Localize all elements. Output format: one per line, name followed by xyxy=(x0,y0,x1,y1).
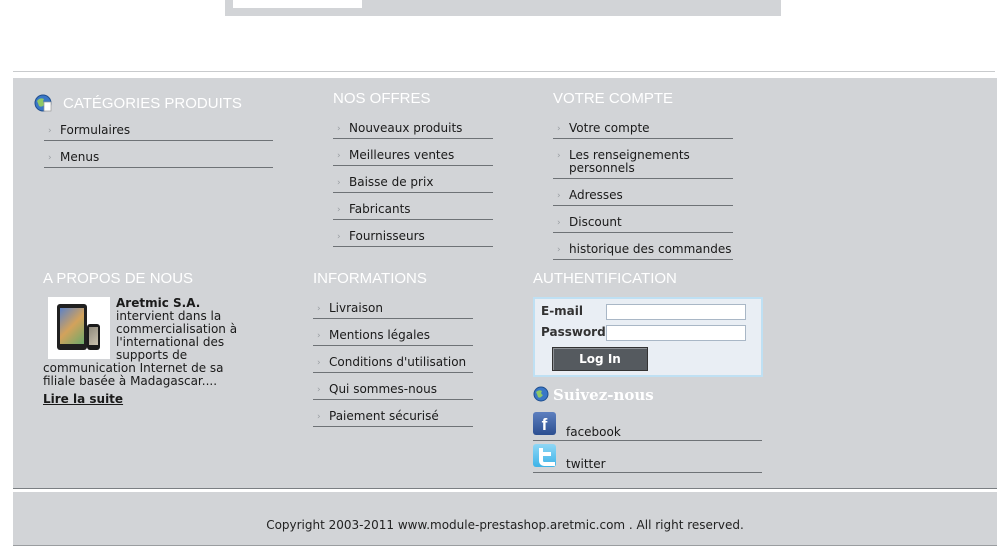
arrow-right-icon: › xyxy=(557,191,561,201)
email-label: E-mail xyxy=(541,304,584,318)
twitter-icon xyxy=(533,444,556,467)
login-box: E-mail Password Log In xyxy=(533,297,763,377)
categories-list: › Formulaires › Menus xyxy=(44,120,273,168)
arrow-right-icon: › xyxy=(337,205,341,215)
auth-title: AUTHENTIFICATION xyxy=(533,270,677,287)
facebook-label: facebook xyxy=(566,425,621,439)
password-label: Password xyxy=(541,325,606,339)
arrow-right-icon: › xyxy=(317,304,321,314)
account-item-my-account[interactable]: › Votre compte xyxy=(553,118,733,139)
login-button[interactable]: Log In xyxy=(552,347,648,371)
categories-title: CATÉGORIES PRODUITS xyxy=(33,94,273,112)
twitter-link[interactable]: twitter xyxy=(533,444,762,473)
account-title: VOTRE COMPTE xyxy=(553,90,674,107)
account-item-discount[interactable]: › Discount xyxy=(553,212,733,233)
top-banner-tab xyxy=(233,0,362,8)
arrow-right-icon: › xyxy=(337,178,341,188)
account-item-personal-info[interactable]: › Les renseignements personnels xyxy=(553,145,733,179)
offer-item-best-sales[interactable]: › Meilleures ventes xyxy=(333,145,493,166)
account-item-addresses[interactable]: › Adresses xyxy=(553,185,733,206)
arrow-right-icon: › xyxy=(48,126,52,136)
arrow-right-icon: › xyxy=(48,153,52,163)
arrow-right-icon: › xyxy=(557,218,561,228)
offers-list: › Nouveaux produits › Meilleures ventes › B… xyxy=(333,118,493,247)
separator xyxy=(13,71,995,72)
product-image xyxy=(48,297,110,359)
informations-title: INFORMATIONS xyxy=(313,270,427,287)
arrow-right-icon: › xyxy=(557,245,561,255)
follow-title: Suivez-nous xyxy=(533,386,763,404)
offer-item-suppliers[interactable]: › Fournisseurs xyxy=(333,226,493,247)
arrow-right-icon: › xyxy=(337,232,341,242)
auth-block: AUTHENTIFICATION E-mail Password Log In … xyxy=(533,270,763,476)
categories-title-text: CATÉGORIES PRODUITS xyxy=(63,95,242,112)
account-list: › Votre compte › Les renseignements person… xyxy=(553,118,733,260)
copyright-band: Copyright 2003-2011 www.module-prestasho… xyxy=(13,492,997,546)
category-item-menus[interactable]: › Menus xyxy=(44,147,273,168)
arrow-right-icon: › xyxy=(337,151,341,161)
company-name: Aretmic S.A. xyxy=(116,296,201,310)
account-block: VOTRE COMPTE › Votre compte › Les renseign… xyxy=(553,90,733,260)
offers-title: NOS OFFRES xyxy=(333,90,431,107)
informations-block: INFORMATIONS › Livraison › Mentions légale… xyxy=(313,270,473,427)
facebook-icon: f xyxy=(533,412,556,435)
facebook-link[interactable]: f facebook xyxy=(533,412,762,441)
offers-block: NOS OFFRES › Nouveaux produits › Meilleure… xyxy=(333,90,493,247)
offer-item-new-products[interactable]: › Nouveaux produits xyxy=(333,118,493,139)
arrow-right-icon: › xyxy=(337,124,341,134)
account-item-order-history[interactable]: › historique des commandes xyxy=(553,239,733,260)
info-item-delivery[interactable]: › Livraison xyxy=(313,298,473,319)
arrow-right-icon: › xyxy=(317,358,321,368)
twitter-label: twitter xyxy=(566,457,606,471)
social-list: f facebook twitter xyxy=(533,412,762,473)
password-input[interactable] xyxy=(606,325,746,341)
copyright-text: Copyright 2003-2011 www.module-prestasho… xyxy=(266,518,744,532)
category-item-formulaires[interactable]: › Formulaires xyxy=(44,120,273,141)
info-item-about-us[interactable]: › Qui sommes-nous xyxy=(313,379,473,400)
info-item-secure-payment[interactable]: › Paiement sécurisé xyxy=(313,406,473,427)
about-text: Aretmic S.A. intervient dans la commerci… xyxy=(43,297,258,406)
globe-icon xyxy=(34,94,52,112)
offer-item-manufacturers[interactable]: › Fabricants xyxy=(333,199,493,220)
arrow-right-icon: › xyxy=(317,385,321,395)
email-input[interactable] xyxy=(606,304,746,320)
tablet-icon xyxy=(57,304,87,350)
info-item-terms[interactable]: › Conditions d'utilisation xyxy=(313,352,473,373)
offer-item-price-drop[interactable]: › Baisse de prix xyxy=(333,172,493,193)
globe-icon xyxy=(533,386,549,402)
phone-icon xyxy=(87,324,100,350)
arrow-right-icon: › xyxy=(317,412,321,422)
info-item-legal[interactable]: › Mentions légales xyxy=(313,325,473,346)
arrow-right-icon: › xyxy=(317,331,321,341)
read-more-link[interactable]: Lire la suite xyxy=(43,393,123,406)
categories-block: CATÉGORIES PRODUITS › Formulaires › Menus xyxy=(33,90,273,168)
about-title: A PROPOS DE NOUS xyxy=(43,270,194,287)
arrow-right-icon: › xyxy=(557,151,561,161)
about-block: A PROPOS DE NOUS Aretmic S.A. intervient… xyxy=(43,270,258,406)
informations-list: › Livraison › Mentions légales › Conditions… xyxy=(313,298,473,427)
follow-title-text: Suivez-nous xyxy=(553,386,654,404)
arrow-right-icon: › xyxy=(557,124,561,134)
